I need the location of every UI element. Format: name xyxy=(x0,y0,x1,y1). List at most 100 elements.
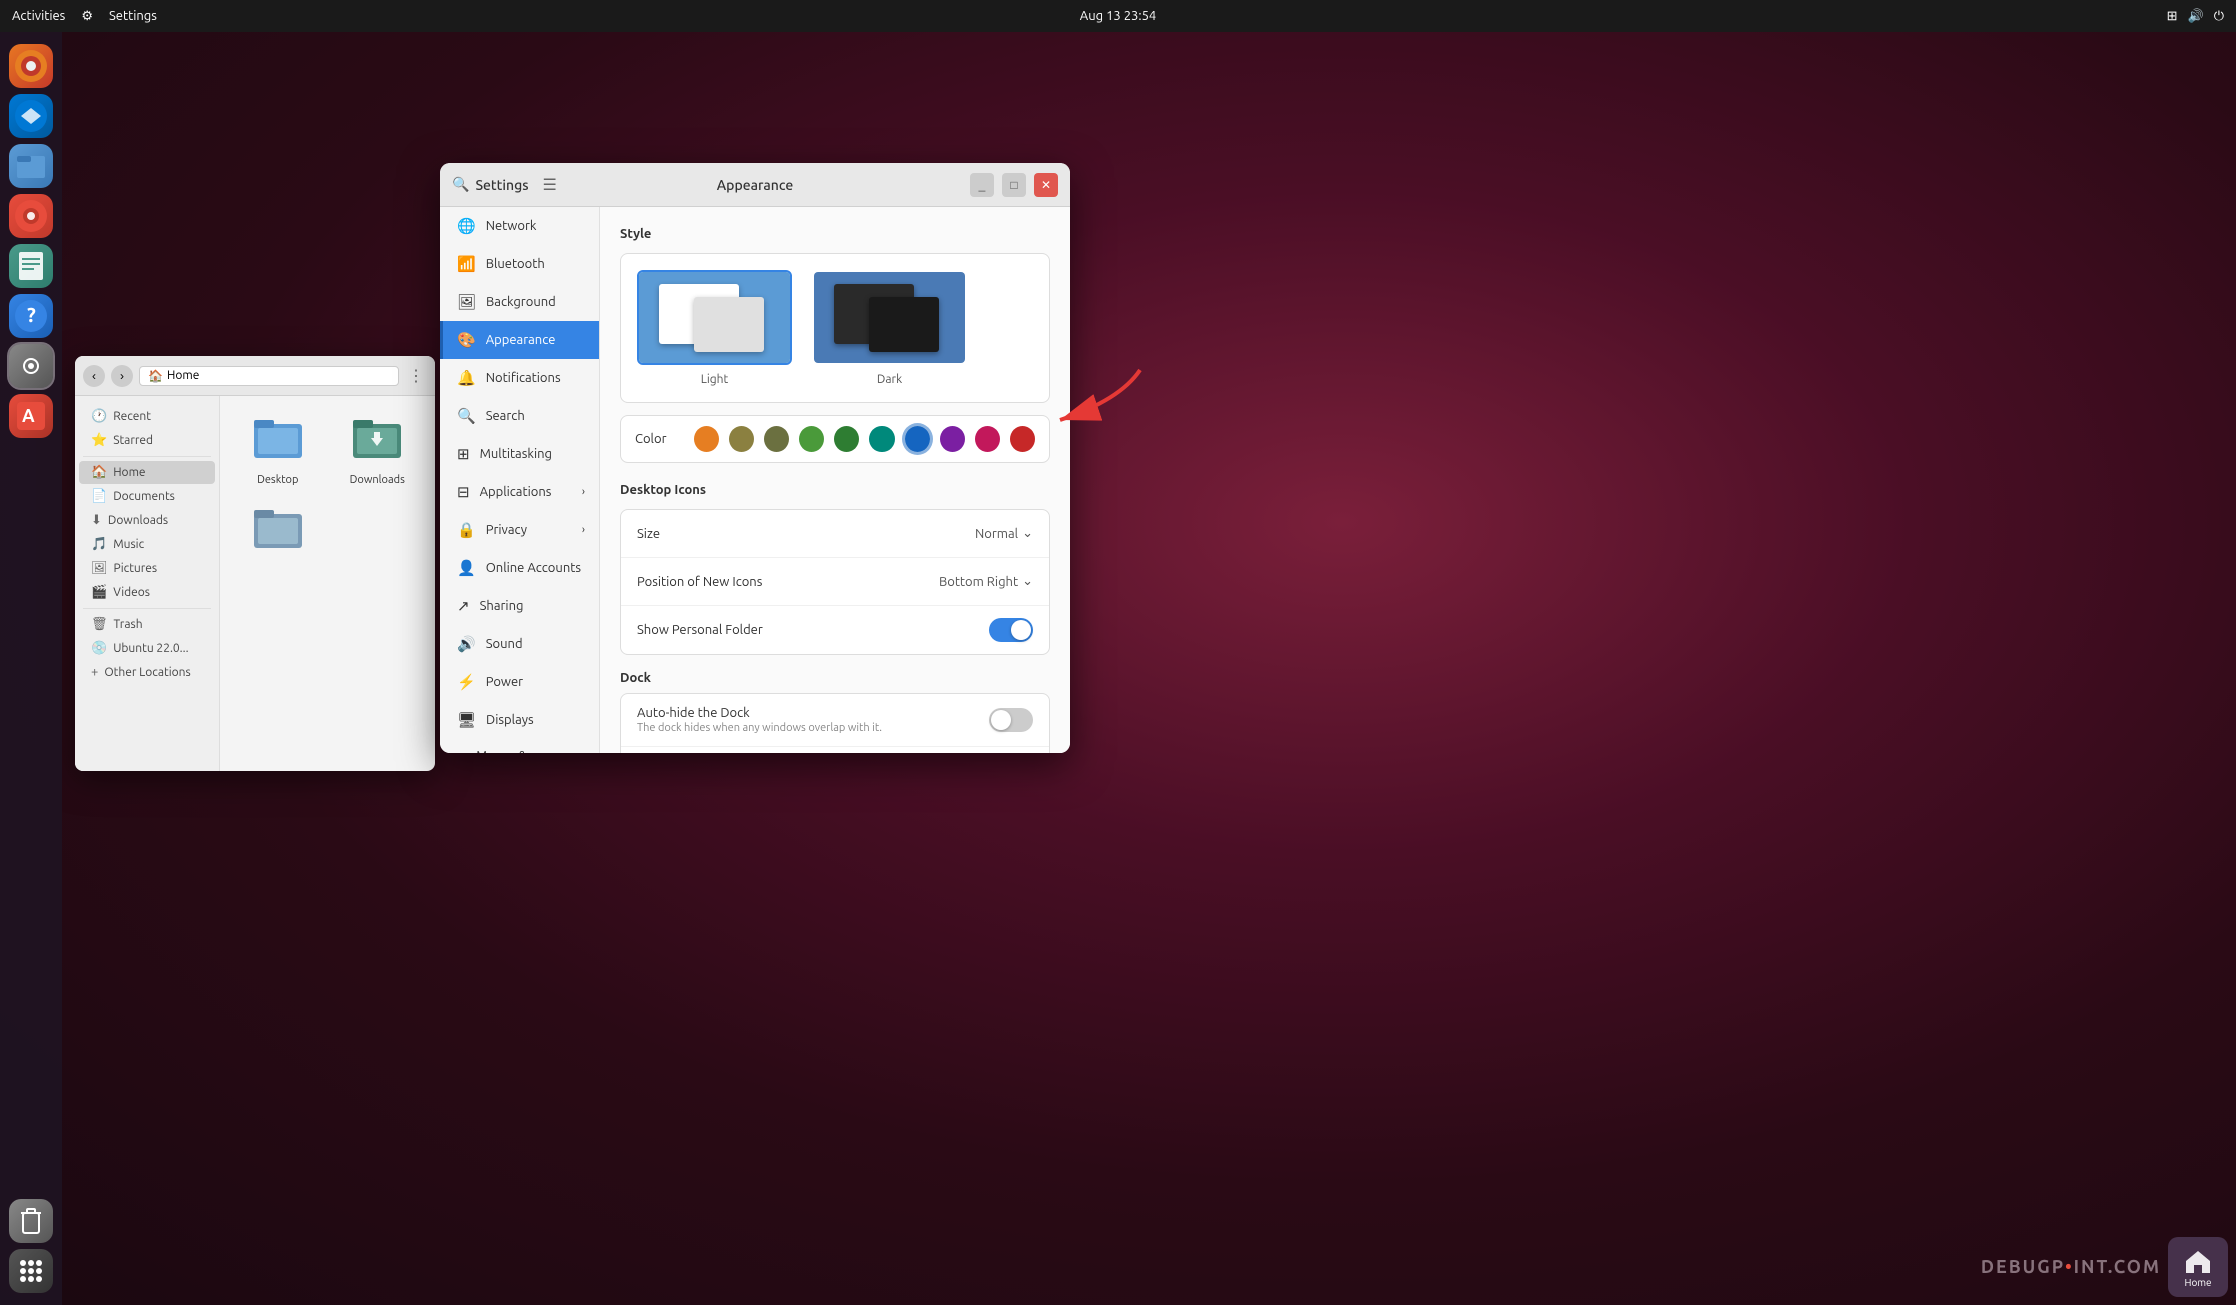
top-bar-left: Activities ⚙ Settings xyxy=(12,9,157,24)
nav-sharing-label: Sharing xyxy=(480,599,524,613)
color-red[interactable] xyxy=(1010,426,1035,452)
fm-sidebar-ubuntu[interactable]: 💿 Ubuntu 22.0... xyxy=(79,637,215,660)
nav-search[interactable]: 🔍 Search xyxy=(440,397,599,435)
online-accounts-nav-icon: 👤 xyxy=(457,559,476,577)
nav-multitasking[interactable]: ⊞ Multitasking xyxy=(440,435,599,473)
fm-sidebar-divider1 xyxy=(83,456,211,457)
fm-pictures-label: Pictures xyxy=(114,562,158,575)
power-icon[interactable]: ⏻ xyxy=(2214,9,2224,24)
fm-sidebar-pictures[interactable]: 🖼 Pictures xyxy=(79,557,215,580)
fm-location-bar[interactable]: 🏠 Home xyxy=(139,366,399,386)
fm-sidebar-starred[interactable]: ⭐ Starred xyxy=(79,429,215,452)
nav-sound[interactable]: 🔊 Sound xyxy=(440,625,599,663)
trash-dock-icon[interactable] xyxy=(9,1199,53,1243)
libreoffice-dock-icon[interactable] xyxy=(9,244,53,288)
fm-sidebar-documents[interactable]: 📄 Documents xyxy=(79,485,215,508)
activities-button[interactable]: Activities xyxy=(12,9,65,23)
nav-displays[interactable]: 🖥 Displays xyxy=(440,701,599,739)
fm-sidebar-music[interactable]: 🎵 Music xyxy=(79,533,215,556)
fm-forward-button[interactable]: › xyxy=(111,365,133,387)
help-dock-icon[interactable]: ? xyxy=(9,294,53,338)
nav-search-label: Search xyxy=(486,409,525,423)
nav-power[interactable]: ⚡ Power xyxy=(440,663,599,701)
maximize-button[interactable]: □ xyxy=(1002,173,1026,197)
color-orange[interactable] xyxy=(694,426,719,452)
nav-background[interactable]: 🖼 Background xyxy=(440,283,599,321)
minimize-button[interactable]: _ xyxy=(970,173,994,197)
fm-file-downloads[interactable]: Downloads xyxy=(332,408,424,490)
fm-sidebar-other[interactable]: + Other Locations xyxy=(79,661,215,683)
appcenter-dock-icon[interactable]: A xyxy=(9,394,53,438)
fm-file-desktop[interactable]: Desktop xyxy=(232,408,324,490)
applications-arrow-icon: › xyxy=(582,486,585,498)
position-value: Bottom Right xyxy=(939,575,1018,589)
nav-bluetooth-label: Bluetooth xyxy=(486,257,545,271)
dark-style-preview[interactable] xyxy=(812,270,967,365)
videos-icon: 🎬 xyxy=(91,585,107,600)
fm-sidebar-home[interactable]: 🏠 Home xyxy=(79,461,215,484)
nav-displays-label: Displays xyxy=(486,713,534,727)
nav-network[interactable]: 🌐 Network xyxy=(440,207,599,245)
nav-notifications-label: Notifications xyxy=(486,371,561,385)
style-light-option[interactable]: Light xyxy=(637,270,792,386)
files-dock-icon[interactable] xyxy=(9,144,53,188)
nav-bluetooth[interactable]: 📶 Bluetooth xyxy=(440,245,599,283)
autohide-toggle[interactable] xyxy=(989,708,1033,732)
settings-dock-icon[interactable] xyxy=(9,344,53,388)
rhythmbox-dock-icon[interactable] xyxy=(9,194,53,238)
nav-applications[interactable]: ⊟ Applications › xyxy=(440,473,599,511)
svg-text:A: A xyxy=(22,406,35,426)
fm-sidebar: 🕐 Recent ⭐ Starred 🏠 Home 📄 Documents ⬇ … xyxy=(75,396,220,771)
size-dropdown[interactable]: Normal ⌄ xyxy=(975,526,1033,541)
color-dark-olive[interactable] xyxy=(764,426,789,452)
fm-sidebar-recent[interactable]: 🕐 Recent xyxy=(79,405,215,428)
firefox-dock-icon[interactable] xyxy=(9,44,53,88)
thunderbird-dock-icon[interactable] xyxy=(9,94,53,138)
fm-back-button[interactable]: ‹ xyxy=(83,365,105,387)
sharing-nav-icon: ↗ xyxy=(457,597,470,615)
fm-sidebar-trash[interactable]: 🗑 Trash xyxy=(79,613,215,636)
settings-menu-button[interactable]: ☰ xyxy=(543,175,557,195)
color-pink[interactable] xyxy=(975,426,1000,452)
desktop-icons-section: Desktop Icons Size Normal ⌄ Position of … xyxy=(620,483,1050,655)
nav-mouse[interactable]: 🖱 Mouse & Touchpad xyxy=(440,739,599,753)
position-row: Position of New Icons Bottom Right ⌄ xyxy=(621,558,1049,606)
light-style-preview[interactable] xyxy=(637,270,792,365)
nav-sharing[interactable]: ↗ Sharing xyxy=(440,587,599,625)
nav-notifications[interactable]: 🔔 Notifications xyxy=(440,359,599,397)
recent-icon: 🕐 xyxy=(91,409,107,424)
size-row: Size Normal ⌄ xyxy=(621,510,1049,558)
close-button[interactable]: ✕ xyxy=(1034,173,1058,197)
fm-menu-button[interactable]: ⋮ xyxy=(405,365,427,387)
fm-sidebar-videos[interactable]: 🎬 Videos xyxy=(79,581,215,604)
color-green[interactable] xyxy=(799,426,824,452)
personal-folder-toggle[interactable] xyxy=(989,618,1033,642)
light-window2 xyxy=(694,297,764,352)
position-dropdown[interactable]: Bottom Right ⌄ xyxy=(939,574,1033,589)
nav-background-label: Background xyxy=(486,295,556,309)
desktop-folder-icon xyxy=(252,412,304,470)
color-dark-green[interactable] xyxy=(834,426,859,452)
app-grid-icon[interactable] xyxy=(9,1249,53,1293)
color-purple[interactable] xyxy=(940,426,965,452)
fm-file-pictures[interactable] xyxy=(232,498,324,568)
dock-group: Auto-hide the Dock The dock hides when a… xyxy=(620,693,1050,753)
color-olive[interactable] xyxy=(729,426,754,452)
color-teal[interactable] xyxy=(869,426,894,452)
fm-sidebar-downloads[interactable]: ⬇ Downloads xyxy=(79,509,215,532)
dock-section: Dock Auto-hide the Dock The dock hides w… xyxy=(620,671,1050,753)
top-bar-datetime: Aug 13 23:54 xyxy=(1080,9,1157,23)
watermark-text2: INT.COM xyxy=(2074,1257,2161,1277)
fm-sidebar-divider2 xyxy=(83,608,211,609)
volume-icon[interactable]: 🔊 xyxy=(2188,9,2204,24)
nav-privacy[interactable]: 🔒 Privacy › xyxy=(440,511,599,549)
color-blue[interactable] xyxy=(905,426,930,452)
nav-online-accounts[interactable]: 👤 Online Accounts xyxy=(440,549,599,587)
fm-header: ‹ › 🏠 Home ⋮ xyxy=(75,356,435,396)
notifications-nav-icon: 🔔 xyxy=(457,369,476,387)
style-dark-option[interactable]: Dark xyxy=(812,270,967,386)
fm-videos-label: Videos xyxy=(113,586,150,599)
bottom-home-button[interactable]: Home xyxy=(2168,1237,2228,1297)
watermark-text1: DEBUGP xyxy=(1981,1257,2065,1277)
nav-appearance[interactable]: 🎨 Appearance xyxy=(440,321,599,359)
